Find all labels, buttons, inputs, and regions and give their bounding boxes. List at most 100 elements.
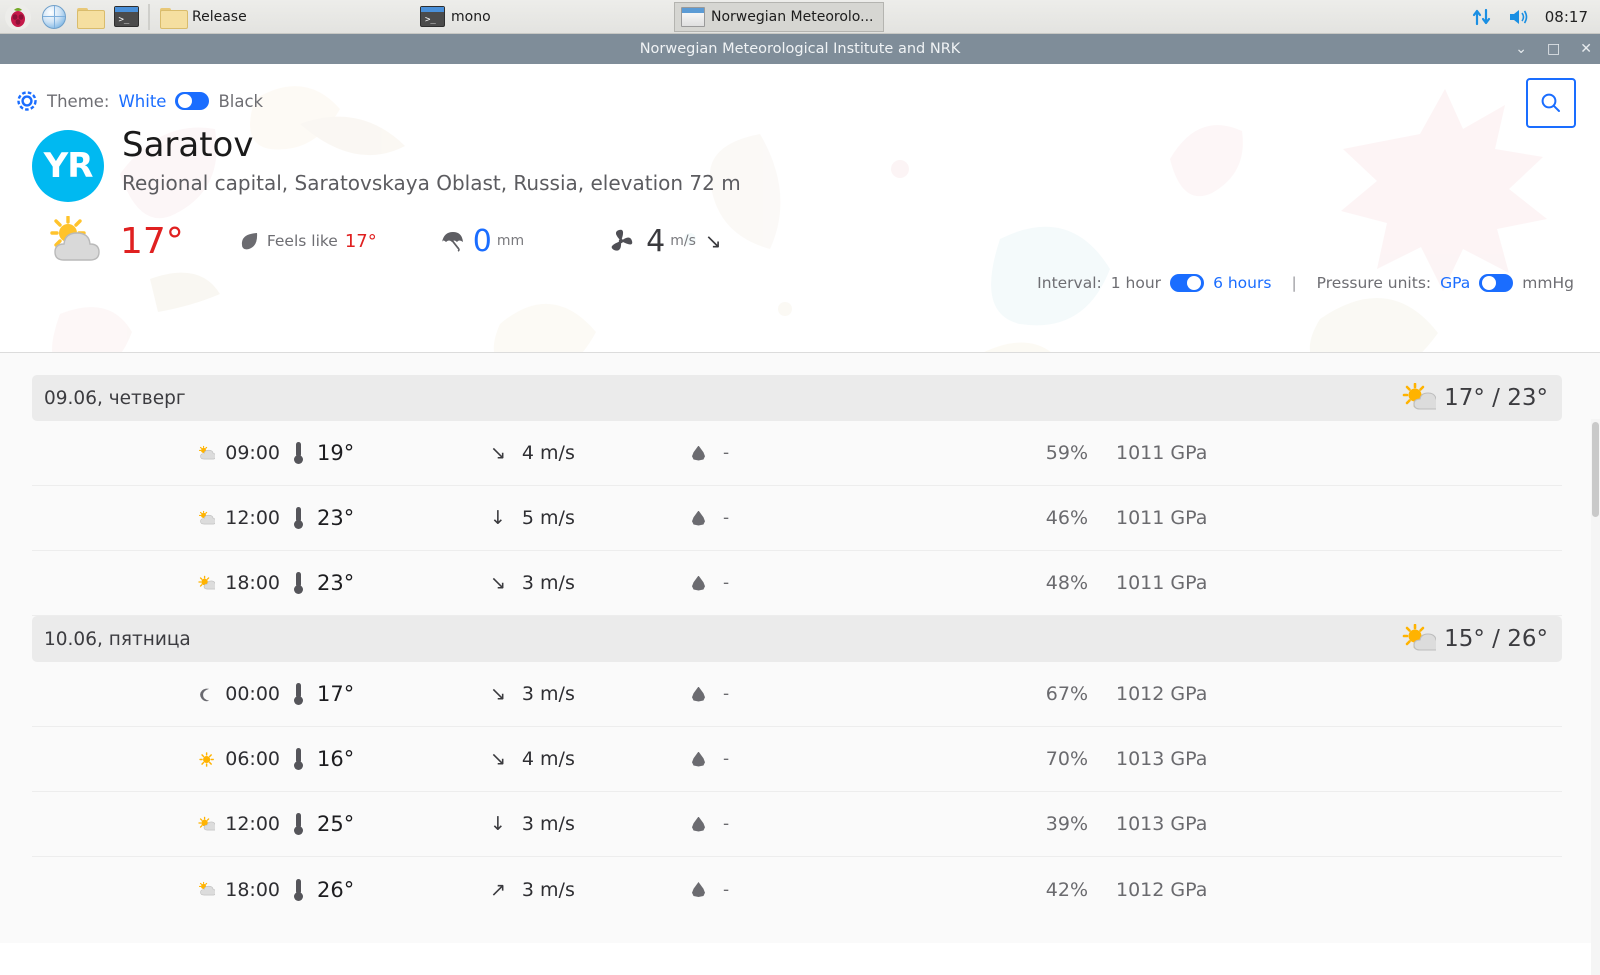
file-manager-icon[interactable] <box>72 1 108 33</box>
forecast-wind-speed: 3 m/s <box>521 683 575 705</box>
forecast-wind-cell: ↘ 4 m/s <box>476 748 684 770</box>
current-conditions: 17° Feels like 17° 0 mm 4 m/s ↘ <box>0 202 1600 266</box>
forecast-precipitation: - <box>723 749 730 769</box>
partly-cloudy-icon <box>198 445 216 459</box>
interval-toggle[interactable] <box>1170 274 1205 292</box>
minimize-button[interactable]: ⌄ <box>1515 42 1527 56</box>
forecast-time-cell: 18:00 <box>32 572 280 595</box>
day-header[interactable]: 10.06, пятница 15° / 26° <box>32 616 1562 662</box>
thermometer-icon <box>294 683 303 705</box>
forecast-temperature: 26° <box>317 877 355 902</box>
precipitation-value: 0 <box>472 223 492 259</box>
wind-group: 4 m/s ↘ <box>606 224 722 259</box>
partly-cloudy-day-icon <box>50 216 100 261</box>
fan-icon <box>611 229 633 251</box>
wind-direction-arrow-icon: ↘ <box>490 683 506 705</box>
theme-toggle[interactable] <box>175 92 210 110</box>
pressure-option-gpa[interactable]: GPa <box>1440 274 1470 292</box>
network-updown-icon[interactable] <box>1471 6 1493 28</box>
terminal-icon[interactable]: >_ <box>108 1 144 33</box>
partly-cloudy-icon <box>198 510 216 524</box>
forecast-temperature-cell: 16° <box>280 747 476 771</box>
day-min-max-temperature: 15° / 26° <box>1444 626 1548 652</box>
taskbar-window-weather[interactable]: Norwegian Meteorolo... <box>674 1 885 32</box>
forecast-time-cell: 12:00 <box>32 813 280 836</box>
interval-option-1-hour[interactable]: 1 hour <box>1111 274 1161 292</box>
interval-option-6-hours[interactable]: 6 hours <box>1213 274 1271 292</box>
forecast-precipitation-cell: - <box>684 880 900 900</box>
raspberry-menu-icon[interactable] <box>0 1 36 33</box>
forecast-humidity: 59% <box>1045 442 1088 464</box>
window-icon <box>681 6 705 27</box>
maximize-button[interactable]: □ <box>1547 42 1560 56</box>
forecast-temperature: 17° <box>317 682 355 706</box>
day-summary: 17° / 23° <box>1402 383 1548 413</box>
theme-option-black[interactable]: Black <box>218 92 263 111</box>
forecast-row[interactable]: 00:00 17° ↘ 3 m/s - 67% 1012 GPa <box>32 662 1562 727</box>
search-button[interactable] <box>1526 78 1576 128</box>
wind-value: 4 <box>646 223 666 259</box>
pressure-toggle[interactable] <box>1479 274 1514 292</box>
forecast-row[interactable]: 18:00 23° ↘ 3 m/s - 48% 1011 GPa <box>32 551 1562 616</box>
day-date-label: 09.06, четверг <box>44 387 186 409</box>
place-description: Regional capital, Saratovskaya Oblast, R… <box>122 171 741 196</box>
forecast-time: 09:00 <box>225 442 280 464</box>
forecast-time-cell: 18:00 <box>32 878 280 901</box>
forecast-humidity: 48% <box>1045 572 1088 594</box>
forecast-row[interactable]: 12:00 23° ↓ 5 m/s - 46% 1011 GPa <box>32 486 1562 551</box>
theme-label: Theme: <box>47 91 110 111</box>
forecast-temperature: 19° <box>317 441 355 465</box>
forecast-wind-cell: ↘ 3 m/s <box>476 572 684 594</box>
pressure-option-mmhg[interactable]: mmHg <box>1522 274 1574 292</box>
forecast-wind-speed: 3 m/s <box>521 878 575 901</box>
feels-like-value: 17° <box>344 230 377 252</box>
forecast-temperature: 25° <box>317 812 355 836</box>
forecast-humidity: 67% <box>1045 683 1088 705</box>
gear-icon[interactable] <box>16 90 38 112</box>
taskbar-window-mono[interactable]: >_ mono <box>414 2 564 32</box>
folder-icon <box>160 6 188 29</box>
droplet-icon <box>692 575 705 591</box>
wind-direction-arrow-icon: ↘ <box>490 572 506 594</box>
forecast-row[interactable]: 12:00 25° ↓ 3 m/s - 39% 1013 GPa <box>32 792 1562 857</box>
current-temperature: 17° <box>120 220 184 262</box>
forecast-row[interactable]: 18:00 26° ↗ 3 m/s - 42% 1012 GPa <box>32 857 1562 922</box>
thermometer-icon <box>294 572 303 594</box>
window-titlebar: Norwegian Meteorological Institute and N… <box>0 34 1600 64</box>
forecast-precipitation-cell: - <box>684 443 900 463</box>
taskbar-window-label: mono <box>451 8 491 25</box>
forecast-humidity: 70% <box>1045 748 1088 770</box>
scrollbar-thumb[interactable] <box>1592 422 1599 517</box>
taskbar-clock: 08:17 <box>1544 7 1588 26</box>
forecast-wind-cell: ↘ 4 m/s <box>476 442 684 464</box>
forecast-time: 06:00 <box>225 748 280 770</box>
taskbar-window-release[interactable]: Release <box>154 2 304 32</box>
forecast-wind-speed: 4 m/s <box>521 748 575 770</box>
moon-icon <box>200 688 210 701</box>
precipitation-group: 0 mm <box>439 224 524 259</box>
forecast-row[interactable]: 09:00 19° ↘ 4 m/s - 59% 1011 GPa <box>32 421 1562 486</box>
forecast-pressure: 1011 GPa <box>1116 572 1208 594</box>
wind-direction-arrow-icon: ↘ <box>490 748 506 770</box>
yr-logo-text: YR <box>43 146 94 186</box>
raspberry-glyph <box>11 7 25 27</box>
day-header[interactable]: 09.06, четверг 17° / 23° <box>32 375 1562 421</box>
forecast-precipitation-cell: - <box>684 684 900 704</box>
wind-direction-arrow-icon: ↓ <box>490 813 506 835</box>
theme-option-white[interactable]: White <box>118 92 166 111</box>
forecast-pressure: 1013 GPa <box>1116 813 1208 835</box>
forecast-temperature-cell: 19° <box>280 441 476 465</box>
close-button[interactable]: ✕ <box>1580 42 1592 56</box>
forecast-pressure: 1013 GPa <box>1116 748 1208 770</box>
droplet-icon <box>692 751 705 767</box>
droplet-icon <box>692 510 705 526</box>
forecast-wind-speed: 4 m/s <box>521 442 575 464</box>
forecast-temperature: 16° <box>317 747 355 771</box>
volume-icon[interactable] <box>1507 6 1531 28</box>
forecast-row[interactable]: 06:00 16° ↘ 4 m/s - 70% 1013 GPa <box>32 727 1562 792</box>
droplet-icon <box>692 445 705 461</box>
forecast-wind-cell: ↗ 3 m/s <box>476 879 684 901</box>
web-browser-icon[interactable] <box>36 1 72 33</box>
taskbar-window-label: Norwegian Meteorolo... <box>711 8 874 25</box>
forecast-precipitation: - <box>723 814 730 834</box>
